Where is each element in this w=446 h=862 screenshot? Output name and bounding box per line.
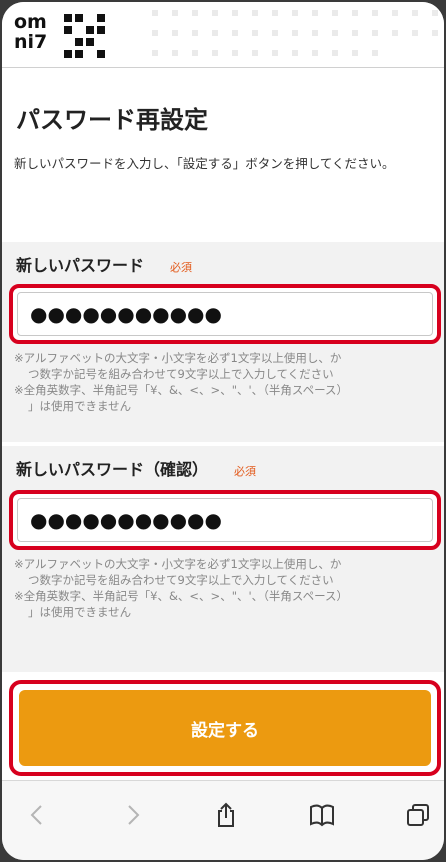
new-password-section: 新しいパスワード 必須 ●●●●●●●●●●● ※アルファベットの大文字・小文字… (2, 242, 444, 442)
new-password-note: ※アルファベットの大文字・小文字を必ず1文字以上使用し、か つ数字か記号を組み合… (14, 350, 438, 414)
confirm-password-label-row: 新しいパスワード（確認） 必須 (16, 456, 256, 480)
share-icon[interactable] (208, 797, 244, 833)
note-line: ※アルファベットの大文字・小文字を必ず1文字以上使用し、か (14, 351, 342, 365)
chevron-left-icon[interactable] (20, 797, 56, 833)
page-description: 新しいパスワードを入力し、「設定する」ボタンを押してください。 (14, 156, 395, 171)
confirm-password-section: 新しいパスワード（確認） 必須 ●●●●●●●●●●● ※アルファベットの大文字… (2, 446, 444, 672)
logo-text: om ni7 (14, 12, 47, 52)
submit-button[interactable]: 設定する (19, 690, 431, 766)
omni7-logo[interactable]: om ni7 (14, 12, 110, 58)
note-line: つ数字か記号を組み合わせて9文字以上で入力してください (28, 573, 334, 587)
phone-screen: om ni7 パスワード再設定 新しいパスワードを入力し、「設定する」ボタンを押… (2, 2, 444, 860)
new-password-input[interactable]: ●●●●●●●●●●● (17, 292, 433, 336)
logo-line-2: ni7 (14, 31, 48, 53)
page-title: パスワード再設定 (16, 106, 208, 134)
logo-dot-grid (64, 14, 108, 58)
note-line: ※全角英数字、半角記号「¥、&、<、>、"、'、（半角スペース） (14, 589, 349, 603)
note-line: 」は使用できません (28, 399, 132, 413)
note-line: ※全角英数字、半角記号「¥、&、<、>、"、'、（半角スペース） (14, 383, 349, 397)
site-header: om ni7 (2, 2, 444, 68)
required-badge: 必須 (170, 261, 193, 274)
header-decoration (152, 10, 442, 60)
new-password-label: 新しいパスワード (16, 256, 145, 275)
confirm-password-note: ※アルファベットの大文字・小文字を必ず1文字以上使用し、か つ数字か記号を組み合… (14, 556, 438, 620)
confirm-password-input[interactable]: ●●●●●●●●●●● (17, 498, 433, 542)
confirm-password-label: 新しいパスワード（確認） (16, 460, 209, 479)
note-line: つ数字か記号を組み合わせて9文字以上で入力してください (28, 367, 334, 381)
chevron-right-icon[interactable] (114, 797, 150, 833)
submit-highlight: 設定する (9, 680, 441, 776)
required-badge: 必須 (234, 465, 257, 478)
browser-toolbar (2, 780, 444, 860)
tabs-icon[interactable] (400, 797, 436, 833)
note-line: 」は使用できません (28, 605, 132, 619)
note-line: ※アルファベットの大文字・小文字を必ず1文字以上使用し、か (14, 557, 342, 571)
confirm-password-highlight: ●●●●●●●●●●● (9, 490, 441, 550)
new-password-label-row: 新しいパスワード 必須 (16, 252, 192, 276)
logo-line-1: om (14, 11, 47, 33)
new-password-highlight: ●●●●●●●●●●● (9, 284, 441, 344)
book-icon[interactable] (304, 797, 340, 833)
